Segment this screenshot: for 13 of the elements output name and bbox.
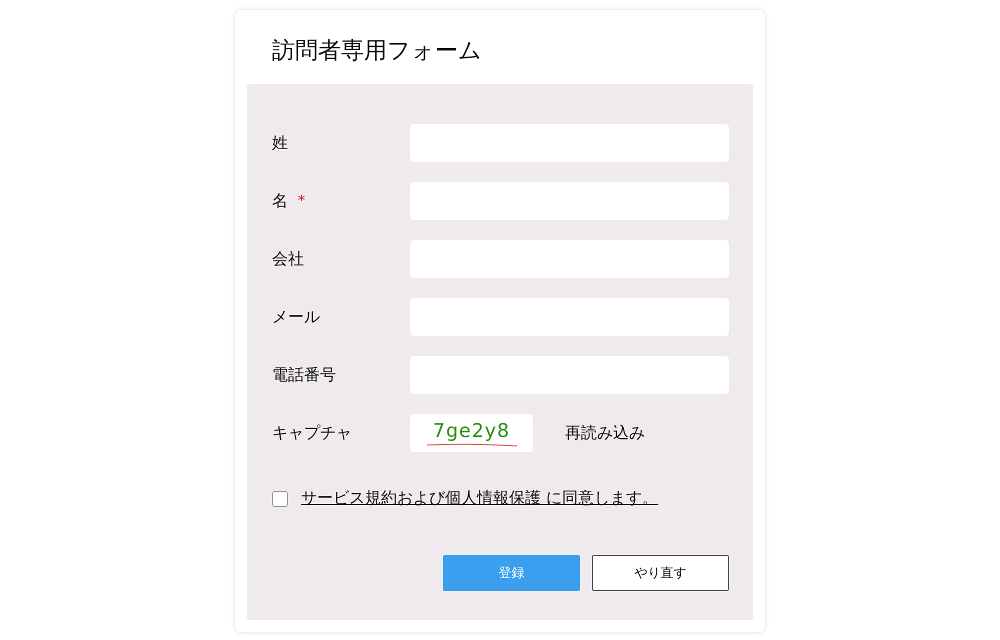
field-label: 名 bbox=[272, 190, 288, 212]
agreement-checkbox[interactable] bbox=[272, 490, 288, 506]
field-label: メール bbox=[272, 306, 320, 328]
reset-button[interactable]: やり直す bbox=[592, 555, 729, 591]
field-label: 会社 bbox=[272, 248, 304, 270]
captcha-code: 7ge2y8 bbox=[432, 420, 510, 442]
field-label: 電話番号 bbox=[272, 364, 336, 386]
terms-link[interactable]: サービス規約および個人情報保護 に同意します。 bbox=[301, 488, 658, 509]
reload-link[interactable]: 再読み込み bbox=[565, 422, 645, 444]
field-label: 姓 bbox=[272, 132, 288, 154]
required-mark: * bbox=[298, 193, 305, 209]
form-title: 訪問者専用フォーム bbox=[271, 37, 483, 66]
field-label: キャプチャ bbox=[272, 422, 352, 444]
